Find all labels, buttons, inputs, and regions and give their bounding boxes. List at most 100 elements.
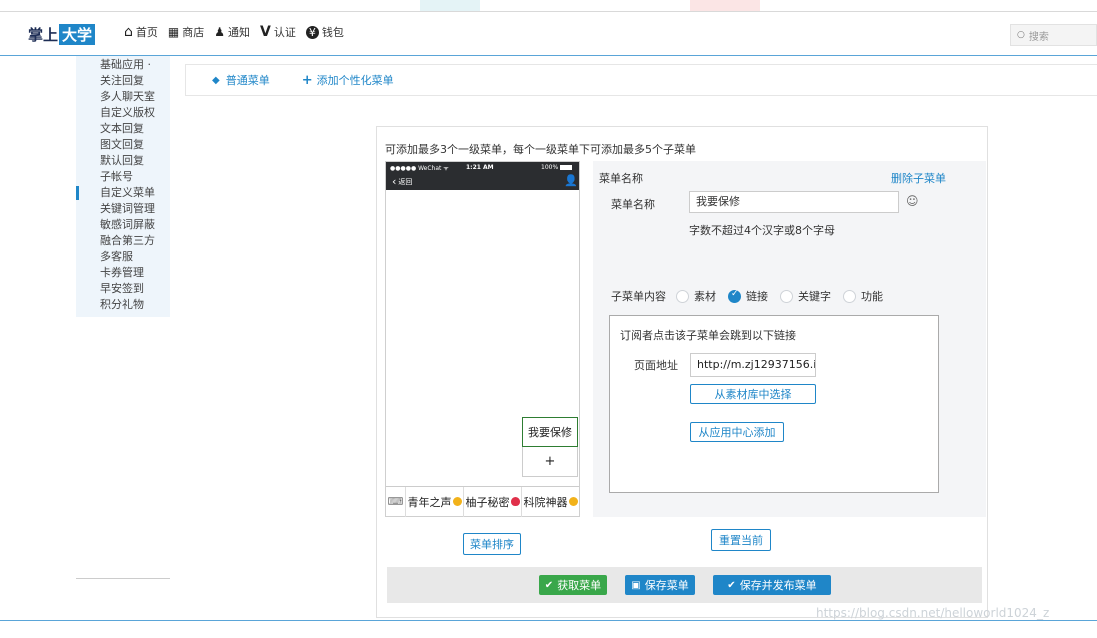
nav-home[interactable]: ⌂ 首页 — [124, 24, 158, 40]
sidebar-item[interactable]: 图文回复 — [76, 137, 170, 153]
sidebar-item[interactable]: 多人聊天室 — [76, 89, 170, 105]
phone-status-bar: ●●●●● WeChat ᯤ 1:21 AM 100% ‹ 返回 👤 — [386, 162, 579, 190]
sidebar-item[interactable]: 默认回复 — [76, 153, 170, 169]
top-strip — [0, 0, 1097, 14]
bottom-divider — [0, 620, 1097, 621]
phone-preview: ●●●●● WeChat ᯤ 1:21 AM 100% ‹ 返回 👤 我要保修 +… — [385, 161, 580, 517]
sidebar-item[interactable]: 多客服 — [76, 249, 170, 265]
sidebar-item[interactable]: 积分礼物 — [76, 297, 170, 317]
search-icon: ○ — [1017, 30, 1025, 40]
radio-label: 链接 — [746, 290, 768, 303]
sidebar-item[interactable]: 子帐号 — [76, 169, 170, 185]
emoji-heart-icon — [510, 497, 520, 506]
menu-sort-button[interactable]: 菜单排序 — [463, 533, 521, 555]
add-submenu-button[interactable]: + — [522, 447, 578, 477]
sidebar-bottom-line — [76, 578, 170, 579]
sidebar-item[interactable]: 基础应用 · — [76, 57, 170, 73]
sidebar-item[interactable]: 卡券管理 — [76, 265, 170, 281]
reset-current-button[interactable]: 重置当前 — [711, 529, 771, 551]
tab-label: 添加个性化菜单 — [316, 74, 394, 87]
back-label: 返回 — [398, 177, 413, 186]
url-input[interactable]: http://m.zj12937156.i — [690, 353, 816, 377]
content-type-radios: 子菜单内容 素材 链接 关键字 功能 — [611, 288, 895, 304]
choose-from-library-button[interactable]: 从素材库中选择 — [690, 384, 816, 404]
nav-label: 通知 — [228, 26, 250, 39]
phone-time: 1:21 AM — [466, 164, 494, 171]
nav-notice[interactable]: ♟ 通知 — [214, 24, 250, 40]
menu-editor-panel: 可添加最多3个一级菜单，每个一级菜单下可添加最多5个子菜单 ●●●●● WeCh… — [376, 126, 988, 618]
emoji-smile-icon — [452, 497, 462, 506]
radio-material[interactable]: 素材 — [676, 288, 716, 304]
logo[interactable]: 掌上 大学 — [28, 23, 96, 45]
back-button[interactable]: ‹ 返回 — [392, 175, 412, 188]
sidebar-item-active[interactable]: 自定义菜单 — [76, 185, 170, 201]
nav-label: 钱包 — [321, 26, 344, 39]
delete-submenu-link[interactable]: 删除子菜单 — [891, 170, 946, 186]
home-icon: ⌂ — [124, 24, 133, 40]
emoji-picker-icon[interactable]: ☺ — [906, 194, 919, 208]
person-icon[interactable]: 👤 — [564, 174, 578, 187]
main-menu-item[interactable]: 青年之声 — [406, 486, 464, 517]
wallet-icon: ¥ — [305, 25, 319, 39]
save-icon: ▣ — [631, 579, 641, 591]
radio-link[interactable]: 链接 — [728, 288, 768, 304]
tab-normal-menu[interactable]: ◆ 普通菜单 — [212, 72, 270, 88]
tab-label: 普通菜单 — [225, 74, 270, 87]
main-menu-label: 青年之声 — [407, 495, 452, 509]
search-placeholder: 搜索 — [1028, 31, 1049, 43]
radio-function[interactable]: 功能 — [843, 288, 883, 304]
nav-wallet[interactable]: ¥ 钱包 — [305, 24, 344, 40]
sidebar: 基础应用 · 关注回复 多人聊天室 自定义版权 文本回复 图文回复 默认回复 子… — [76, 56, 170, 578]
nav-verify[interactable]: V 认证 — [260, 24, 296, 40]
tab-add-personal-menu[interactable]: + 添加个性化菜单 — [302, 72, 394, 88]
check-icon: ✔ — [727, 579, 736, 591]
main-menu-item[interactable]: 科院神器 — [522, 487, 579, 517]
panel-hint: 可添加最多3个一级菜单，每个一级菜单下可添加最多5个子菜单 — [385, 143, 696, 156]
top-nav: ⌂ 首页 ▦ 商店 ♟ 通知 V 认证 ¥ 钱包 — [124, 24, 354, 40]
add-from-app-center-button[interactable]: 从应用中心添加 — [690, 422, 784, 442]
sidebar-item[interactable]: 关注回复 — [76, 73, 170, 89]
save-menu-button[interactable]: ▣ 保存菜单 — [625, 575, 695, 595]
sidebar-item[interactable]: 自定义版权 — [76, 105, 170, 121]
button-label: 保存菜单 — [644, 579, 689, 592]
sidebar-item[interactable]: 文本回复 — [76, 121, 170, 137]
battery-text: 100% — [541, 164, 559, 171]
radio-circle — [676, 289, 689, 303]
submenu-item-selected[interactable]: 我要保修 — [522, 417, 578, 447]
store-icon: ▦ — [167, 25, 180, 39]
menu-tabs: ◆ 普通菜单 + 添加个性化菜单 — [185, 64, 1097, 96]
button-label: 获取菜单 — [557, 579, 602, 592]
verify-icon: V — [260, 24, 271, 40]
radio-circle — [780, 289, 793, 303]
link-hint: 订阅者点击该子菜单会跳到以下链接 — [620, 329, 796, 342]
plus-icon: + — [301, 72, 313, 88]
sidebar-item[interactable]: 敏感词屏蔽 — [76, 217, 170, 233]
signal-text: ●●●●● WeChat ᯤ — [390, 165, 449, 172]
radio-label: 功能 — [861, 290, 883, 303]
main-menu-item[interactable]: 柚子秘密 — [464, 486, 522, 517]
keyboard-icon[interactable]: ⌨ — [386, 486, 406, 517]
menu-name-input[interactable]: 我要保修 — [689, 191, 899, 213]
radio-label: 素材 — [694, 290, 716, 303]
radio-keyword[interactable]: 关键字 — [780, 288, 831, 304]
nav-label: 商店 — [182, 26, 205, 39]
search-input[interactable]: ○ 搜索 — [1010, 24, 1097, 46]
nav-label: 首页 — [135, 26, 158, 39]
nav-store[interactable]: ▦ 商店 — [168, 24, 204, 40]
radio-label: 关键字 — [798, 290, 831, 303]
logo-text: 掌上 — [28, 25, 59, 44]
content-label: 子菜单内容 — [611, 290, 666, 303]
submenu-editor: 菜单名称 删除子菜单 菜单名称 我要保修 ☺ 字数不超过4个汉字或8个字母 子菜… — [593, 161, 986, 517]
emoji-smile-icon — [568, 497, 578, 506]
chevron-left-icon: ‹ — [392, 175, 397, 188]
logo-highlight: 大学 — [59, 23, 96, 45]
sidebar-menu: 基础应用 · 关注回复 多人聊天室 自定义版权 文本回复 图文回复 默认回复 子… — [76, 56, 170, 317]
battery-icon — [560, 165, 573, 170]
phone-menu-bar: ⌨ 青年之声 柚子秘密 科院神器 — [386, 486, 579, 517]
sidebar-item[interactable]: 早安签到 — [76, 281, 170, 297]
sidebar-item[interactable]: 关键词管理 — [76, 201, 170, 217]
sidebar-item[interactable]: 融合第三方 — [76, 233, 170, 249]
fetch-menu-button[interactable]: ✔ 获取菜单 — [539, 575, 607, 595]
tag-icon: ◆ — [212, 74, 220, 86]
save-and-publish-button[interactable]: ✔ 保存并发布菜单 — [713, 575, 831, 595]
